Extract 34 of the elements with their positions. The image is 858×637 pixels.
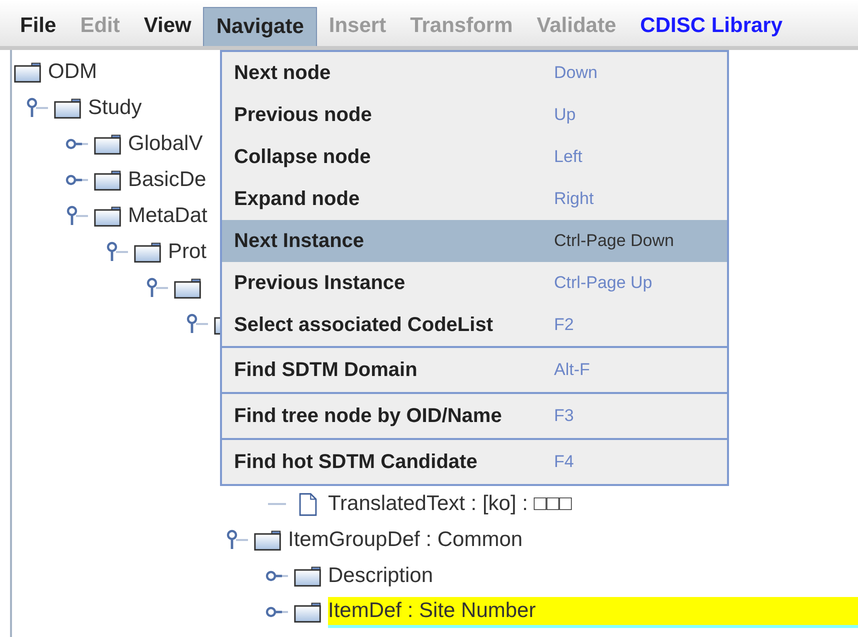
menu-entry[interactable]: Find tree node by OID/Name F3 [222, 394, 727, 438]
tree-node-label[interactable]: Prot [168, 238, 207, 266]
shortcut-label: Down [554, 63, 598, 83]
shortcut-label: Ctrl-Page Down [554, 231, 674, 251]
shortcut-label: Right [554, 189, 594, 209]
tree-node-label[interactable]: ItemGroupDef : Common [288, 526, 523, 554]
menu-item[interactable]: File [8, 7, 68, 46]
shortcut-label: Left [554, 147, 582, 167]
shortcut-label: Ctrl-Page Up [554, 273, 652, 293]
menu-entry[interactable]: Find hot SDTM Candidate F4 [222, 440, 727, 484]
tree-node-label[interactable]: TranslatedText : [ko] : □□□ [328, 490, 572, 518]
menu-entry[interactable]: Previous Instance Ctrl-Page Up [222, 262, 727, 304]
shortcut-label: Up [554, 105, 576, 125]
menu-item[interactable]: Navigate [203, 7, 317, 46]
menu-entry[interactable]: Find SDTM Domain Alt-F [222, 348, 727, 392]
menu-entry[interactable]: Collapse node Left [222, 136, 727, 178]
tree-node-label[interactable]: ItemDef : Site Number [328, 596, 858, 628]
shortcut-label: F4 [554, 452, 574, 472]
menu-item[interactable]: CDISC Library [628, 7, 795, 46]
menu-entry[interactable]: Expand node Right [222, 178, 727, 220]
menu-entry[interactable]: Next Instance Ctrl-Page Down [222, 220, 727, 262]
shortcut-label: F3 [554, 406, 574, 426]
tree-node-label[interactable]: Study [88, 94, 142, 122]
shortcut-label: F2 [554, 315, 574, 335]
menu-entry[interactable]: Next node Down [222, 52, 727, 94]
menu-entry[interactable]: Previous node Up [222, 94, 727, 136]
menu-item[interactable]: View [132, 7, 204, 46]
menu-entry[interactable]: Select associated CodeList F2 [222, 304, 727, 346]
tree-node-label[interactable]: MetaDat [128, 202, 208, 230]
tree-node-label[interactable]: GlobalV [128, 130, 203, 158]
tree-node-label[interactable]: BasicDe [128, 166, 206, 194]
tree-node-label[interactable]: Description [328, 562, 434, 590]
shortcut-label: Alt-F [554, 360, 590, 380]
tree-node-label[interactable]: ODM [48, 58, 97, 86]
